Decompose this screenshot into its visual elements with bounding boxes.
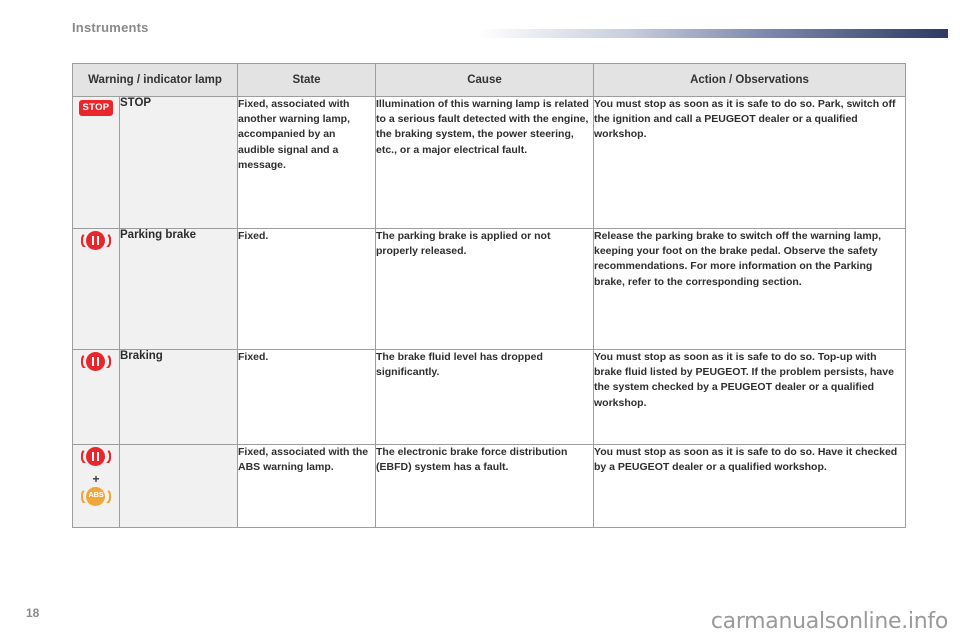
lamp-icon-cell [72, 349, 120, 445]
page-header: Instruments [0, 0, 960, 48]
site-watermark: carmanualsonline.info [710, 609, 948, 634]
lamp-cause: Illumination of this warning lamp is rel… [375, 96, 594, 229]
lamp-state: Fixed, associated with the ABS warning l… [237, 444, 376, 528]
lamp-cause: The brake fluid level has dropped signif… [375, 349, 594, 445]
lamp-action: Release the parking brake to switch off … [593, 228, 906, 350]
lamp-name [119, 444, 238, 528]
warning-lamp-table: Warning / indicator lamp State Cause Act… [72, 63, 906, 528]
table-row: + ABS Fixed, associated with the ABS war… [72, 444, 906, 528]
page-title: Instruments [72, 20, 149, 35]
lamp-icon-cell: STOP [72, 96, 120, 229]
lamp-icon-cell [72, 228, 120, 350]
lamp-action: You must stop as soon as it is safe to d… [593, 96, 906, 229]
column-header-action: Action / Observations [593, 63, 906, 97]
lamp-action: You must stop as soon as it is safe to d… [593, 349, 906, 445]
lamp-state: Fixed. [237, 228, 376, 350]
lamp-cause: The parking brake is applied or not prop… [375, 228, 594, 350]
page-number: 18 [26, 606, 40, 620]
column-header-state: State [237, 63, 376, 97]
column-header-cause: Cause [375, 63, 594, 97]
lamp-action: You must stop as soon as it is safe to d… [593, 444, 906, 528]
lamp-state: Fixed, associated with another warning l… [237, 96, 376, 229]
lamp-name: Braking [119, 349, 238, 445]
table-header-row: Warning / indicator lamp State Cause Act… [72, 63, 906, 97]
lamp-state: Fixed. [237, 349, 376, 445]
stop-lamp-icon: STOP [79, 100, 113, 116]
lamp-cause: The electronic brake force distribution … [375, 444, 594, 528]
column-header-lamp: Warning / indicator lamp [72, 63, 238, 97]
lamp-icon-cell: + ABS [72, 444, 120, 528]
table-row: Parking brake Fixed. The parking brake i… [72, 228, 906, 350]
abs-lamp-icon: ABS [81, 485, 111, 508]
table-row: STOP STOP Fixed, associated with another… [72, 96, 906, 229]
lamp-name: STOP [119, 96, 238, 229]
braking-lamp-icon [81, 350, 111, 373]
lamp-name: Parking brake [119, 228, 238, 350]
parking-brake-lamp-icon [81, 229, 111, 252]
braking-lamp-icon [81, 445, 111, 468]
header-gradient-rule [478, 29, 948, 38]
table-row: Braking Fixed. The brake fluid level has… [72, 349, 906, 445]
plus-icon: + [92, 472, 100, 486]
